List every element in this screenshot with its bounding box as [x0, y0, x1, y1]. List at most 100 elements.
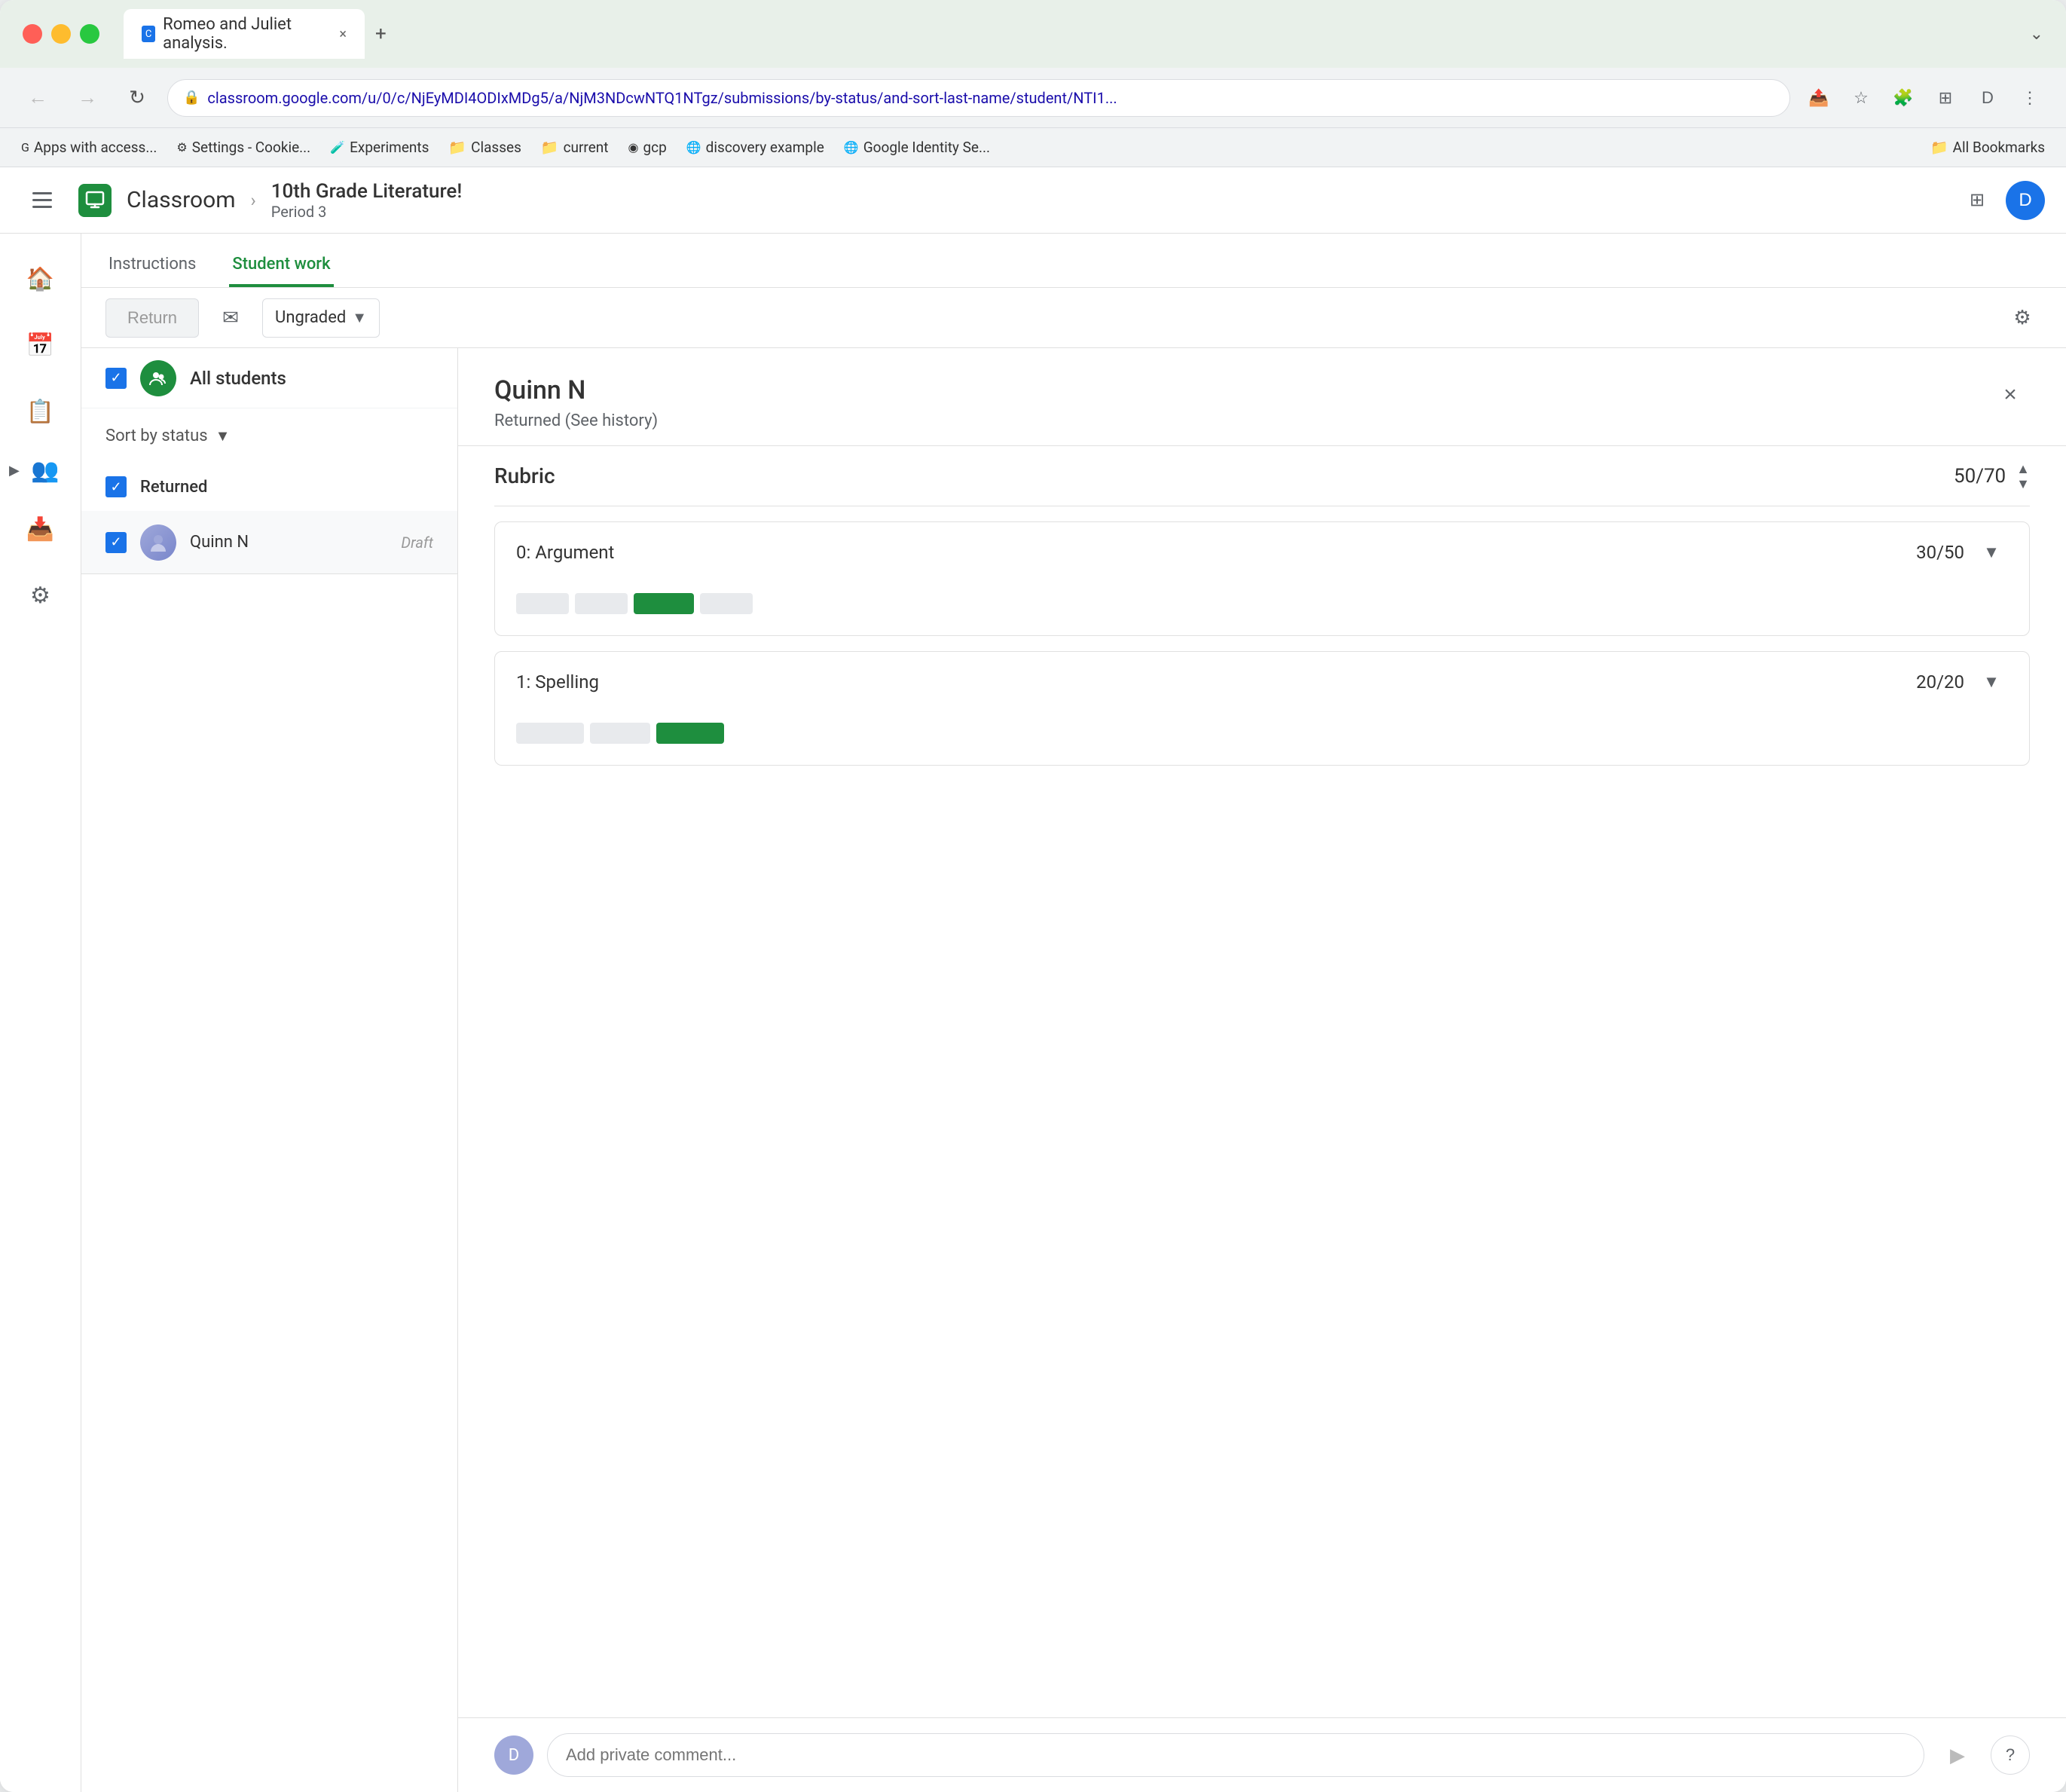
bookmark-button[interactable]: ☆	[1843, 80, 1879, 116]
bookmark-experiments-label: Experiments	[350, 139, 429, 156]
sort-row: Sort by status ▼	[81, 408, 457, 463]
bookmark-settings[interactable]: ⚙ Settings - Cookie...	[169, 136, 318, 159]
criterion-spelling-score-text: 20/20	[1916, 671, 1964, 693]
app-header: Classroom › 10th Grade Literature! Perio…	[0, 167, 2066, 234]
bookmark-apps[interactable]: G Apps with access...	[14, 136, 164, 159]
spelling-bar-seg-2[interactable]	[590, 723, 650, 744]
rubric-header: Rubric 50/70 ▲ ▼	[494, 446, 2030, 506]
criterion-spelling-expand[interactable]: ▼	[1975, 665, 2008, 699]
comment-input[interactable]	[547, 1733, 1924, 1777]
rubric-title: Rubric	[494, 463, 555, 488]
back-button[interactable]: ←	[18, 78, 57, 118]
course-info: 10th Grade Literature! Period 3	[271, 180, 463, 221]
app-body: 🏠 📅 📋 ▶ 👥 📥 ⚙ Instructions	[0, 234, 2066, 1792]
bookmark-google-identity[interactable]: 🌐 Google Identity Se...	[836, 136, 998, 159]
status-section-returned: ✓ Returned	[81, 463, 457, 511]
criterion-spelling-header: 1: Spelling 20/20 ▼	[495, 652, 2029, 712]
student-full-name: Quinn N	[494, 375, 658, 405]
tab-close-button[interactable]: ×	[339, 26, 347, 42]
student-row[interactable]: ✓ Quinn N Dra	[81, 511, 457, 574]
rubric-score-up[interactable]: ▲	[2016, 462, 2030, 476]
help-button[interactable]: ?	[1991, 1735, 2030, 1775]
bookmark-apps-icon: G	[21, 140, 29, 154]
content-area: Instructions Student work Return ✉ Ungra…	[81, 234, 2066, 1792]
hamburger-menu-button[interactable]	[21, 179, 63, 222]
sidebar-home-button[interactable]: 🏠	[11, 249, 71, 309]
user-avatar-button[interactable]: D	[2006, 181, 2045, 220]
bookmark-discovery[interactable]: 🌐 discovery example	[679, 136, 832, 159]
address-bar[interactable]: 🔒 classroom.google.com/u/0/c/NjEyMDI4ODI…	[167, 79, 1790, 117]
sidebar-settings-button[interactable]: ⚙	[11, 565, 71, 625]
grade-dropdown-arrow: ▼	[352, 308, 367, 327]
tab-navigation: Instructions Student work	[81, 234, 2066, 288]
bar-seg-4[interactable]	[700, 593, 753, 614]
bookmark-experiments-icon: 🧪	[330, 140, 345, 154]
bookmark-classes-label: Classes	[471, 139, 521, 156]
bookmark-discovery-label: discovery example	[706, 139, 824, 156]
sidebar-people-expand[interactable]: ▶ 👥	[0, 448, 81, 493]
expand-arrow-icon: ▶	[9, 463, 20, 479]
bookmark-current[interactable]: 📁 current	[533, 136, 616, 159]
rubric-section: Rubric 50/70 ▲ ▼	[458, 446, 2066, 1717]
rubric-score-down[interactable]: ▼	[2016, 477, 2030, 491]
bookmark-classes-icon: 📁	[448, 139, 466, 156]
classroom-logo	[78, 184, 112, 217]
tab-favicon: C	[142, 26, 155, 42]
returned-checkbox[interactable]: ✓	[105, 476, 127, 497]
bar-seg-2[interactable]	[575, 593, 628, 614]
settings-button[interactable]: ⚙	[2003, 298, 2042, 338]
extensions-button[interactable]: 🧩	[1885, 80, 1921, 116]
all-bookmarks-label: All Bookmarks	[1953, 139, 2045, 156]
comment-area: D ▶ ?	[458, 1717, 2066, 1792]
browser-toolbar-actions: 📤 ☆ 🧩 ⊞ D ⋮	[1801, 80, 2048, 116]
close-traffic-light[interactable]	[23, 24, 42, 44]
maximize-traffic-light[interactable]	[80, 24, 99, 44]
more-button[interactable]: ⋮	[2012, 80, 2048, 116]
bar-seg-1[interactable]	[516, 593, 569, 614]
bar-seg-3-active[interactable]	[634, 593, 694, 614]
criterion-argument-expand[interactable]: ▼	[1975, 536, 2008, 569]
bookmarks-bar: G Apps with access... ⚙ Settings - Cooki…	[0, 128, 2066, 167]
rubric-score: 50/70 ▲ ▼	[1954, 462, 2030, 491]
return-button[interactable]: Return	[105, 298, 199, 338]
checkbox-check-icon: ✓	[110, 370, 121, 386]
send-comment-button[interactable]: ▶	[1938, 1735, 1977, 1775]
user-profile-button[interactable]: D	[1970, 80, 2006, 116]
sidebar-people-button[interactable]: 👥	[23, 448, 68, 493]
student-checkbox[interactable]: ✓	[105, 532, 127, 553]
criterion-spelling-bar	[495, 712, 2029, 765]
minimize-traffic-light[interactable]	[51, 24, 71, 44]
tab-search-button[interactable]: ⊞	[1927, 80, 1964, 116]
browser-tab-active[interactable]: C Romeo and Juliet analysis. ×	[124, 9, 365, 59]
email-button[interactable]: ✉	[211, 298, 250, 338]
bookmark-gcp[interactable]: ◉ gcp	[620, 136, 674, 159]
close-panel-button[interactable]: ×	[1991, 375, 2030, 414]
bookmark-gcp-icon: ◉	[628, 140, 638, 154]
bookmark-classes[interactable]: 📁 Classes	[441, 136, 529, 159]
refresh-button[interactable]: ↻	[118, 78, 157, 118]
tab-student-work[interactable]: Student work	[229, 244, 333, 287]
tab-bar: C Romeo and Juliet analysis. × +	[124, 9, 2018, 59]
apps-grid-button[interactable]: ⊞	[1958, 181, 1997, 220]
forward-button[interactable]: →	[68, 78, 107, 118]
spelling-bar-seg-1[interactable]	[516, 723, 584, 744]
criterion-spelling: 1: Spelling 20/20 ▼	[494, 651, 2030, 766]
sidebar-todo-button[interactable]: 📥	[11, 499, 71, 559]
tab-menu-button[interactable]: ⌄	[2030, 25, 2043, 44]
spelling-bar-seg-3-active[interactable]	[656, 723, 724, 744]
criterion-spelling-name: 1: Spelling	[516, 671, 599, 693]
cast-button[interactable]: 📤	[1801, 80, 1837, 116]
classroom-label: Classroom	[127, 187, 236, 213]
sort-dropdown-arrow[interactable]: ▼	[215, 427, 231, 445]
sidebar-calendar-button[interactable]: 📅	[11, 315, 71, 375]
all-students-checkbox[interactable]: ✓	[105, 368, 127, 389]
grade-selector[interactable]: Ungraded ▼	[262, 298, 380, 338]
browser-toolbar: ← → ↻ 🔒 classroom.google.com/u/0/c/NjEyM…	[0, 68, 2066, 128]
tab-instructions[interactable]: Instructions	[105, 244, 199, 287]
header-actions: ⊞ D	[1958, 181, 2045, 220]
student-name: Quinn N	[190, 533, 387, 552]
all-bookmarks[interactable]: 📁 All Bookmarks	[1923, 136, 2052, 159]
new-tab-button[interactable]: +	[368, 20, 394, 48]
bookmark-experiments[interactable]: 🧪 Experiments	[322, 136, 436, 159]
sidebar-assignments-button[interactable]: 📋	[11, 381, 71, 442]
